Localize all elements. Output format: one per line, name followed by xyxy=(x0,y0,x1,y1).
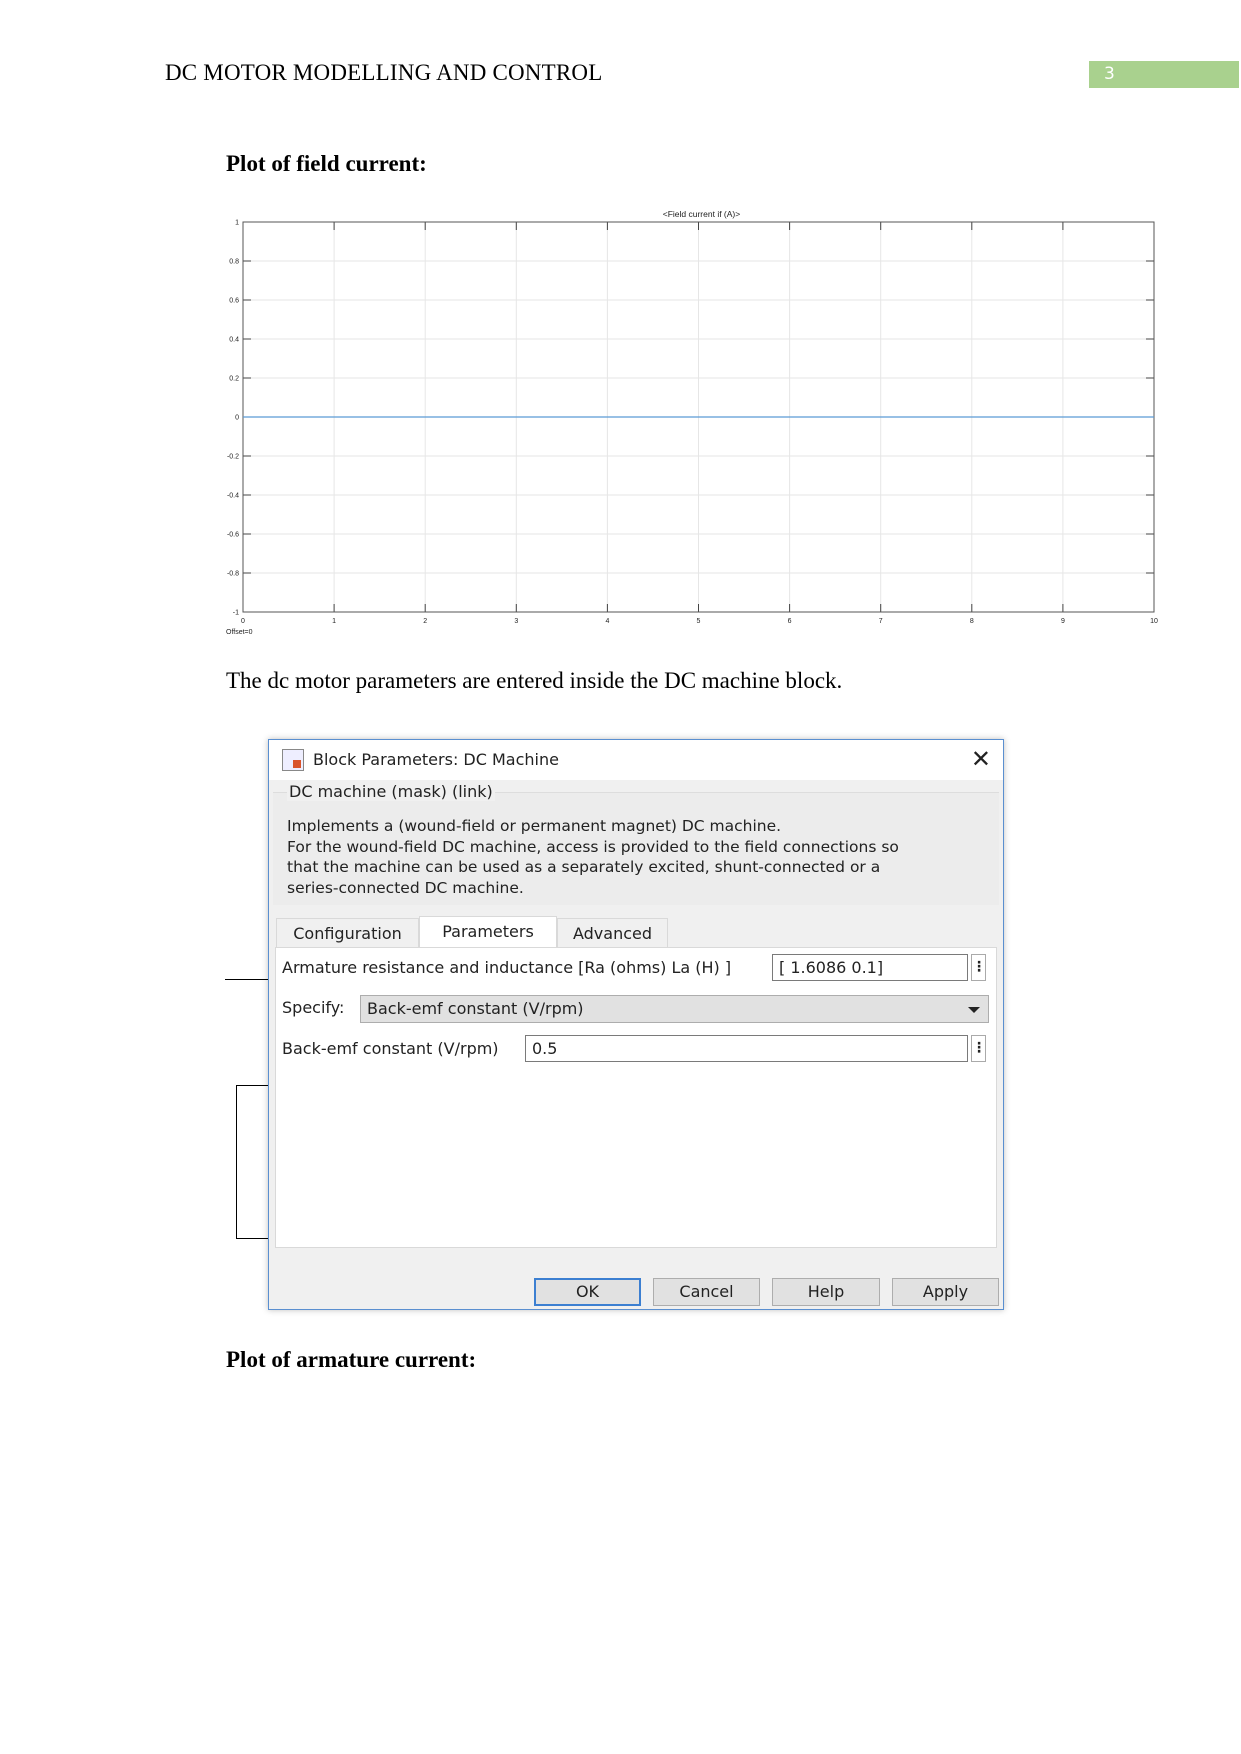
diagram-line xyxy=(225,979,268,980)
x-tick-label: 1 xyxy=(332,618,336,625)
simulink-app-icon xyxy=(282,749,304,771)
body-paragraph: The dc motor parameters are entered insi… xyxy=(226,668,843,693)
x-tick-label: 8 xyxy=(970,618,974,625)
chart-title: <Field current if (A)> xyxy=(663,209,741,219)
x-tick-label: 4 xyxy=(605,618,609,625)
x-tick-label: 5 xyxy=(697,618,701,625)
description-line: that the machine can be used as a separa… xyxy=(287,858,881,876)
x-tick-label: 0 xyxy=(241,618,245,625)
y-tick-label: -0.8 xyxy=(227,571,239,578)
y-tick-label: -1 xyxy=(233,610,239,617)
y-tick-label: 0.8 xyxy=(229,259,239,266)
description-line: Implements a (wound-field or permanent m… xyxy=(287,817,782,835)
apply-button[interactable]: Apply xyxy=(892,1278,999,1306)
armature-input[interactable]: [ 1.6086 0.1] xyxy=(772,954,968,981)
y-tick-label: -0.6 xyxy=(227,532,239,539)
offset-annotation: Offset=0 xyxy=(226,629,253,636)
field-current-chart: 0 1 2 3 4 5 6 7 8 9 10 1 0.8 0.6 0.4 0.2 0 -0.2 -0.4 -0.6 -0… xyxy=(226,209,1158,636)
description-line: For the wound-field DC machine, access i… xyxy=(287,837,899,856)
y-tick-label: 0.2 xyxy=(229,376,239,383)
specify-value: Back-emf constant (V/rpm) xyxy=(367,999,584,1018)
x-tick-label: 6 xyxy=(788,618,792,625)
help-button[interactable]: Help xyxy=(772,1278,880,1306)
specify-dropdown[interactable]: Back-emf constant (V/rpm) xyxy=(360,995,989,1023)
y-tick-label: 0.4 xyxy=(229,337,239,344)
backemf-label: Back-emf constant (V/rpm) xyxy=(282,1039,499,1058)
x-tick-label: 9 xyxy=(1061,618,1065,625)
parameters-panel xyxy=(275,947,997,1248)
cancel-button[interactable]: Cancel xyxy=(653,1278,760,1306)
dialog-title: Block Parameters: DC Machine xyxy=(313,750,559,769)
x-tick-label: 3 xyxy=(514,618,518,625)
chevron-down-icon xyxy=(968,1007,980,1013)
more-options-icon[interactable]: ⋮ xyxy=(971,1035,986,1062)
armature-label: Armature resistance and inductance [Ra (… xyxy=(282,958,732,977)
block-parameters-dialog: Block Parameters: DC Machine ✕ DC machin… xyxy=(268,739,1004,1310)
y-tick-label: -0.2 xyxy=(227,454,239,461)
close-icon[interactable]: ✕ xyxy=(971,745,991,773)
y-tick-label: -0.4 xyxy=(227,493,239,500)
y-tick-label: 0 xyxy=(235,415,239,422)
tab-configuration[interactable]: Configuration xyxy=(276,918,419,947)
title-bar: Block Parameters: DC Machine ✕ xyxy=(269,740,1003,780)
y-tick-label: 0.6 xyxy=(229,298,239,305)
section-heading-armature-current: Plot of armature current: xyxy=(226,1347,477,1372)
description-text: Implements a (wound-field or permanent m… xyxy=(287,816,987,898)
diagram-box xyxy=(236,1085,268,1239)
more-options-icon[interactable]: ⋮ xyxy=(971,954,986,981)
tab-advanced[interactable]: Advanced xyxy=(557,918,668,947)
tab-parameters[interactable]: Parameters xyxy=(419,916,557,947)
y-tick-label: 1 xyxy=(235,220,239,227)
backemf-input[interactable]: 0.5 xyxy=(525,1035,968,1062)
ok-button[interactable]: OK xyxy=(534,1278,641,1306)
x-tick-label: 2 xyxy=(423,618,427,625)
x-tick-label: 10 xyxy=(1150,618,1158,625)
specify-label: Specify: xyxy=(282,998,345,1017)
group-label: DC machine (mask) (link) xyxy=(287,782,495,801)
description-line: series-connected DC machine. xyxy=(287,878,524,897)
x-tick-label: 7 xyxy=(879,618,883,625)
